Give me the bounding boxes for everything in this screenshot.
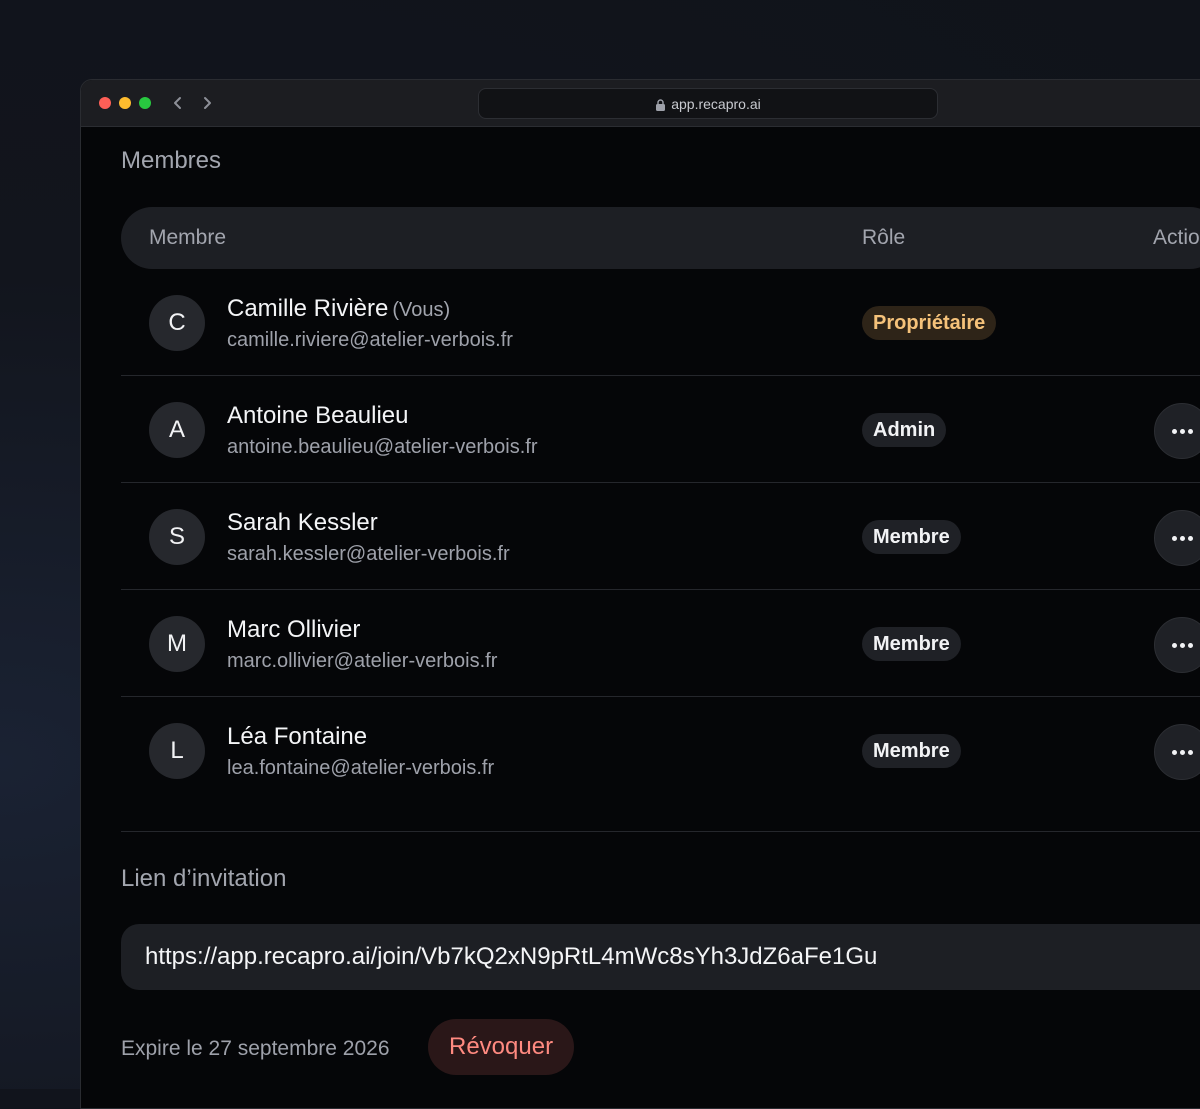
member-row: S Sarah Kessler sarah.kessler@atelier-ve… [121, 483, 1200, 590]
invite-link-field[interactable]: https://app.recapro.ai/join/Vb7kQ2xN9pRt… [121, 924, 1200, 990]
member-email: sarah.kessler@atelier-verbois.fr [227, 543, 510, 566]
role-badge: Propriétaire [862, 306, 996, 340]
chevron-right-icon[interactable] [198, 93, 216, 113]
member-row: C Camille Rivière(Vous) camille.riviere@… [121, 269, 1200, 376]
zoom-icon[interactable] [139, 97, 151, 109]
chevron-left-icon[interactable] [169, 93, 187, 113]
lock-icon [655, 98, 666, 110]
member-email: lea.fontaine@atelier-verbois.fr [227, 757, 494, 780]
role-badge: Membre [862, 520, 961, 554]
role-badge: Membre [862, 734, 961, 768]
more-horizontal-icon[interactable] [1154, 510, 1200, 566]
members-heading: Membres [121, 147, 221, 175]
member-name: Antoine Beaulieu [227, 402, 408, 430]
invite-expiry-text: Expire le 27 septembre 2026 [121, 1037, 390, 1061]
browser-window: app.recapro.ai Membres Membre Rôle Actio… [80, 79, 1200, 1109]
close-icon[interactable] [99, 97, 111, 109]
url-text: app.recapro.ai [671, 96, 761, 112]
role-badge: Membre [862, 627, 961, 661]
avatar: C [149, 295, 205, 351]
member-email: camille.riviere@atelier-verbois.fr [227, 329, 513, 352]
avatar: M [149, 616, 205, 672]
member-name-text: Camille Rivière [227, 295, 388, 322]
members-table-header: Membre Rôle Actions [121, 207, 1200, 269]
section-divider [121, 831, 1200, 832]
member-email: marc.ollivier@atelier-verbois.fr [227, 650, 497, 673]
member-row: A Antoine Beaulieu antoine.beaulieu@atel… [121, 376, 1200, 483]
role-badge: Admin [862, 413, 946, 447]
avatar: A [149, 402, 205, 458]
minimize-icon[interactable] [119, 97, 131, 109]
browser-titlebar: app.recapro.ai [81, 80, 1200, 127]
avatar: L [149, 723, 205, 779]
member-name: Camille Rivière(Vous) [227, 295, 450, 323]
invite-link-heading: Lien d’invitation [121, 865, 286, 893]
column-header-actions: Actions [1153, 226, 1200, 250]
page-content: Membres Membre Rôle Actions C Camille Ri… [121, 127, 1200, 1108]
column-header-member: Membre [149, 226, 226, 250]
member-name: Léa Fontaine [227, 723, 367, 751]
more-horizontal-icon[interactable] [1154, 403, 1200, 459]
more-horizontal-icon[interactable] [1154, 724, 1200, 780]
revoke-button[interactable]: Révoquer [428, 1019, 574, 1075]
member-name: Sarah Kessler [227, 509, 378, 537]
address-bar[interactable]: app.recapro.ai [478, 88, 938, 119]
more-horizontal-icon[interactable] [1154, 617, 1200, 673]
member-row: M Marc Ollivier marc.ollivier@atelier-ve… [121, 590, 1200, 697]
you-tag: (Vous) [392, 299, 450, 321]
member-row: L Léa Fontaine lea.fontaine@atelier-verb… [121, 697, 1200, 804]
column-header-role: Rôle [862, 226, 905, 250]
member-name: Marc Ollivier [227, 616, 360, 644]
avatar: S [149, 509, 205, 565]
member-email: antoine.beaulieu@atelier-verbois.fr [227, 436, 537, 459]
